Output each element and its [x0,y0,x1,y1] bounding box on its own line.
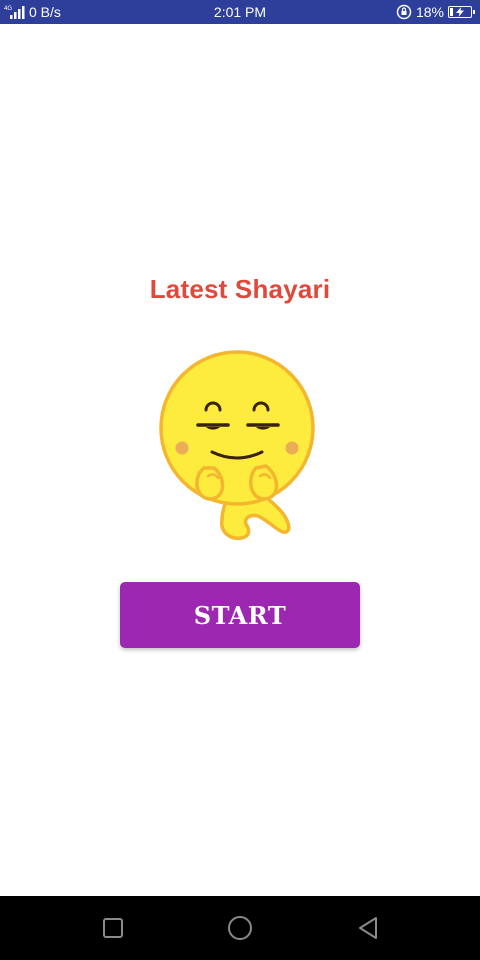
recent-apps-icon[interactable] [93,908,133,948]
smug-emoji-icon [158,348,318,548]
status-bar: 4G 0 B/s 2:01 PM 18% [0,0,480,24]
back-icon[interactable] [348,908,388,948]
status-right: 18% [396,3,475,21]
page-title: Latest Shayari [149,274,331,304]
battery-level [450,8,453,16]
rotation-lock-icon [396,4,412,20]
battery-percent: 18% [415,4,444,20]
start-button[interactable]: START [120,582,360,648]
battery-charging-icon [448,6,475,18]
home-icon[interactable] [220,908,260,948]
navigation-bar [0,896,480,960]
